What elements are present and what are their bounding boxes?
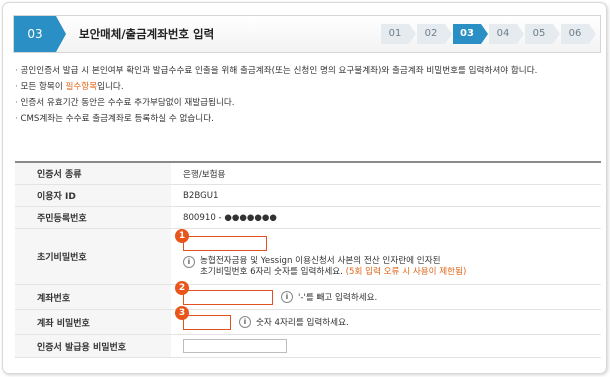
table-row: 이용자 ID B2BGU1 [15,185,601,207]
step-01: 01 [381,24,416,44]
input-form-table: 인증서 종류 은행/보험용 이용자 ID B2BGU1 주민등록번호 80091… [15,161,601,358]
account-label: 계좌번호 [15,285,171,309]
initial-pw-help-1: 농협전자금융 및 Yessign 이용신청서 사본의 전산 인자란에 인자된 [200,256,441,266]
step-indicator: 01 02 03 04 05 06 [381,24,597,44]
account-password-input[interactable] [183,314,231,330]
page-title: 보안매체/출금계좌번호 입력 [79,27,215,41]
cert-password-input[interactable] [183,339,287,353]
notice-item: · CMS계좌는 수수료 출금계좌로 등록하실 수 없습니다. [15,114,214,124]
initial-pw-label: 초기비밀번호 [15,229,171,284]
table-row: 초기비밀번호 i 농협전자금융 및 Yessign 이용신청서 사본의 전산 인… [15,229,601,285]
cert-type-label: 인증서 종류 [15,163,171,184]
initial-password-input[interactable] [183,236,267,251]
initial-pw-help-2: 초기비밀번호 6자리 숫자를 입력하세요. [200,267,343,277]
step-03-active: 03 [453,24,488,44]
step-05: 05 [525,24,560,44]
account-number-input[interactable] [183,289,273,305]
account-pw-label: 계좌 비밀번호 [15,310,171,334]
account-cell: i '-'를 빼고 입력하세요. 2 [171,281,601,309]
step-06: 06 [561,24,596,44]
info-icon: i [183,256,195,268]
step-badge-2: 2 [175,281,189,295]
step-badge-1: 1 [175,229,189,243]
dialog-frame: 03 보안매체/출금계좌번호 입력 01 02 03 04 05 06 · 공인… [2,2,607,374]
table-row: 계좌 비밀번호 i 숫자 4자리를 입력하세요. 3 [15,306,601,335]
initial-pw-warning: (5회 입력 오류 시 사용이 제한됨) [345,267,467,277]
table-row: 주민등록번호 800910 - ●●●●●●● [15,207,601,229]
cert-pw-cell [171,335,601,357]
table-row: 인증서 발급용 비밀번호 [15,335,601,358]
notice-item: · 공인인증서 발급 시 본인여부 확인과 발급수수료 인출을 위해 출금계좌(… [15,66,538,76]
initial-pw-cell: i 농협전자금융 및 Yessign 이용신청서 사본의 전산 인자란에 인자된… [171,229,601,284]
rrn-label: 주민등록번호 [15,207,171,228]
user-id-value: B2BGU1 [183,190,219,201]
notice-item: · 모든 항목이 필수항목입니다. [15,82,124,92]
info-icon: i [239,316,251,328]
rrn-value: 800910 - ●●●●●●● [183,212,277,223]
info-icon: i [281,291,293,303]
step-04: 04 [489,24,524,44]
cert-pw-label: 인증서 발급용 비밀번호 [15,335,171,357]
step-02: 02 [417,24,452,44]
table-row: 계좌번호 i '-'를 빼고 입력하세요. 2 [15,281,601,310]
current-step-number: 03 [14,16,66,52]
cert-type-value: 은행/보험용 [183,169,226,180]
notice-item: · 인증서 유효기간 동안은 수수료 추가부담없이 재발급됩니다. [15,98,235,108]
step-header: 03 보안매체/출금계좌번호 입력 01 02 03 04 05 06 [13,15,601,53]
step-badge-3: 3 [175,306,189,320]
table-row: 인증서 종류 은행/보험용 [15,163,601,185]
account-pw-cell: i 숫자 4자리를 입력하세요. 3 [171,306,601,334]
account-pw-help: 숫자 4자리를 입력하세요. [256,318,349,328]
account-help: '-'를 빼고 입력하세요. [298,293,378,303]
required-text: 필수항목 [65,82,98,92]
notice-list: · 공인인증서 발급 시 본인여부 확인과 발급수수료 인출을 위해 출금계좌(… [15,65,601,129]
user-id-label: 이용자 ID [15,185,171,206]
